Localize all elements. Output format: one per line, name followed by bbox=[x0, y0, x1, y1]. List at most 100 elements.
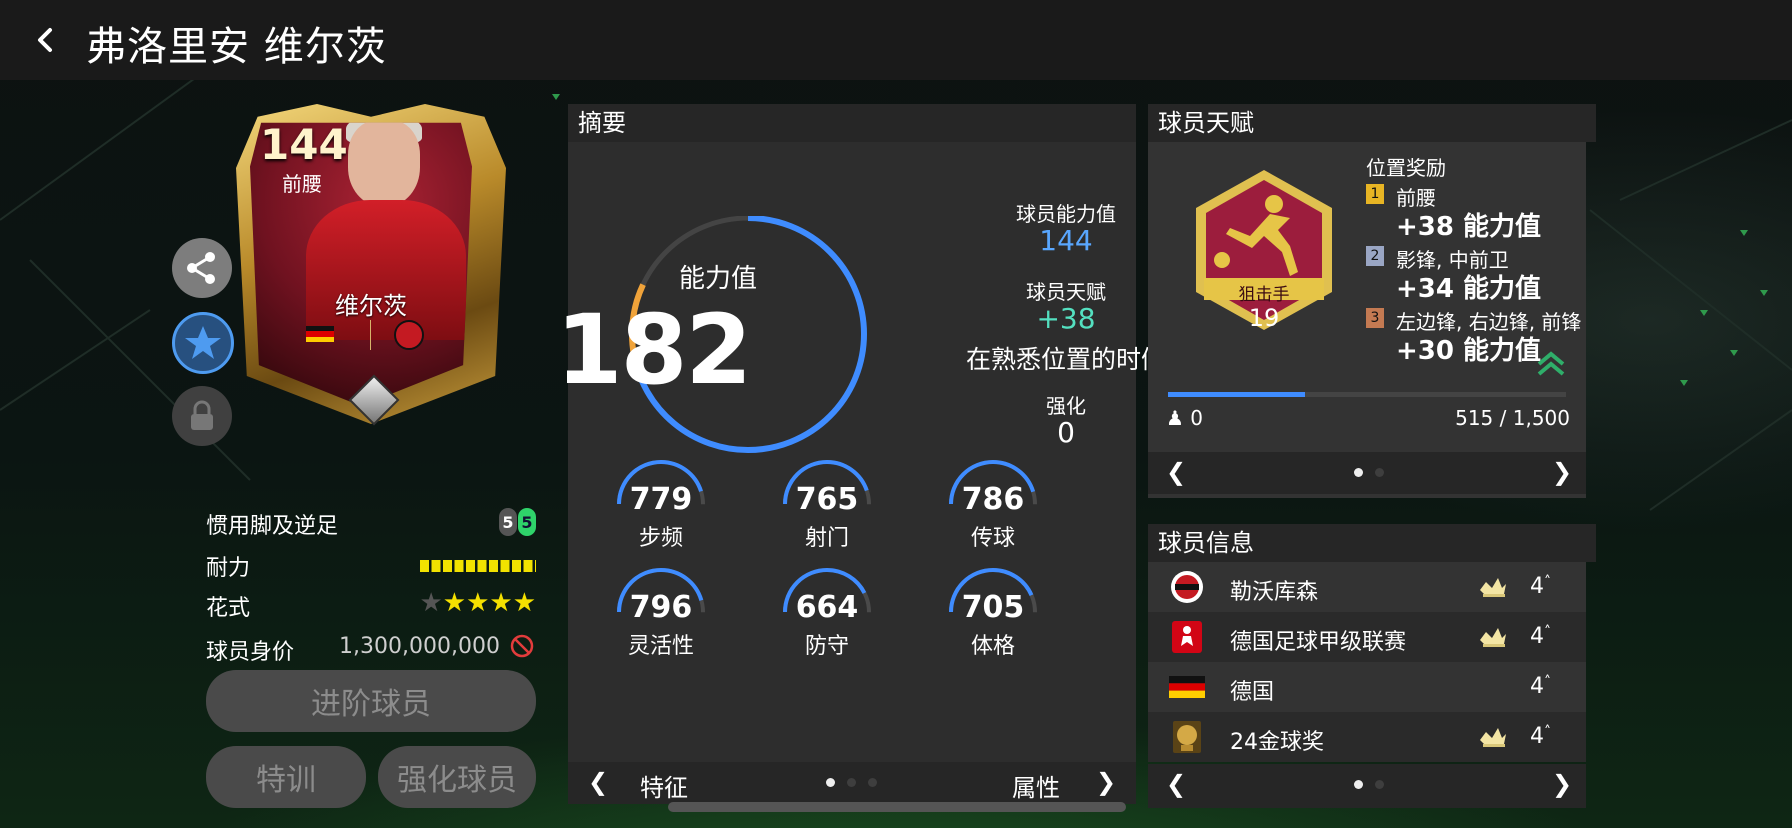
badge-level: 19 bbox=[1248, 304, 1280, 332]
badge-name: 狙击手 bbox=[1238, 285, 1290, 305]
attribute-value: 779 bbox=[629, 482, 693, 517]
attribute-name: 防守 bbox=[804, 634, 849, 659]
bonus-amount: +30 能力值 bbox=[1396, 336, 1542, 366]
info-pager: ❮ ❯ bbox=[1148, 764, 1586, 808]
bonus-rank: 3 bbox=[1366, 308, 1384, 328]
star-icon: ★ bbox=[512, 588, 536, 618]
foot-row: 惯用脚及逆足 5 5 bbox=[206, 508, 536, 539]
info-next-button[interactable]: ❯ bbox=[1552, 770, 1572, 798]
lock-button[interactable] bbox=[172, 386, 232, 446]
bonus-rank: 1 bbox=[1366, 184, 1384, 204]
attribute-value: 796 bbox=[629, 590, 693, 625]
info-row[interactable]: 德国 4˄ bbox=[1148, 662, 1586, 712]
card-rating: 144 bbox=[260, 120, 348, 169]
golden-ball-icon bbox=[1168, 720, 1206, 754]
attribute-value: 786 bbox=[961, 482, 1025, 517]
talent-xp-left: ♟ 0 bbox=[1166, 406, 1203, 430]
share-button[interactable] bbox=[172, 238, 232, 298]
attribute-gauge: 705 体格 bbox=[938, 560, 1048, 670]
double-chevron-up-icon[interactable] bbox=[1536, 350, 1566, 376]
stamina-bar bbox=[420, 560, 536, 572]
talent-next-button[interactable]: ❯ bbox=[1552, 458, 1572, 486]
leverkusen-icon bbox=[1168, 570, 1206, 604]
info-row-level-value: 4 bbox=[1530, 674, 1544, 699]
info-row[interactable]: 德国足球甲级联赛 4˄ bbox=[1148, 612, 1586, 662]
not-tradable-icon bbox=[510, 634, 534, 658]
star-icon: ★ bbox=[442, 588, 467, 618]
attribute-name: 体格 bbox=[970, 634, 1015, 659]
info-row-name: 勒沃库森 bbox=[1230, 580, 1319, 605]
horizontal-scrollbar[interactable] bbox=[668, 802, 1126, 812]
train-button[interactable]: 特训 bbox=[206, 746, 366, 808]
info-row-level-value: 4 bbox=[1530, 574, 1544, 599]
germany-flag-icon bbox=[306, 326, 334, 342]
summary-prev-label[interactable]: 特征 bbox=[640, 768, 688, 803]
info-header: 球员信息 bbox=[1148, 524, 1596, 562]
stamina-label: 耐力 bbox=[206, 556, 251, 581]
chevron-up-icon: ˄ bbox=[1544, 674, 1551, 690]
attribute-name: 步频 bbox=[638, 526, 683, 551]
germany-flag-icon bbox=[1168, 670, 1206, 704]
person-icon: ♟ bbox=[1166, 406, 1184, 430]
summary-prev-button[interactable]: ❮ bbox=[588, 768, 608, 796]
share-icon bbox=[187, 252, 215, 284]
favorite-button[interactable] bbox=[172, 312, 234, 374]
page-dot[interactable] bbox=[826, 778, 835, 787]
info-row-level-value: 4 bbox=[1530, 724, 1544, 749]
price-row: 球员身价 1,300,000,000 bbox=[206, 634, 536, 665]
card-divider bbox=[370, 320, 371, 350]
talent-pager: ❮ ❯ bbox=[1148, 452, 1586, 494]
bundesliga-icon bbox=[1168, 620, 1206, 654]
upgrade-player-button[interactable]: 进阶球员 bbox=[206, 670, 536, 732]
attribute-value: 705 bbox=[961, 590, 1025, 625]
talent-prev-button[interactable]: ❮ bbox=[1166, 458, 1186, 486]
weak-foot-value: 5 bbox=[518, 508, 536, 536]
attribute-gauge: 664 防守 bbox=[772, 560, 882, 670]
page-dot[interactable] bbox=[1354, 468, 1363, 477]
bonus-amount: +34 能力值 bbox=[1396, 274, 1542, 304]
crown-icon bbox=[1480, 628, 1506, 647]
page-title: 弗洛里安 维尔茨 bbox=[86, 24, 387, 70]
ring-label: 能力值 bbox=[678, 264, 757, 294]
star-icon: ★ bbox=[466, 588, 490, 618]
price-value: 1,300,000,000 bbox=[339, 634, 500, 659]
star-icon: ★ bbox=[419, 588, 443, 618]
info-prev-button[interactable]: ❮ bbox=[1166, 770, 1186, 798]
summary-pager: ❮ 特征 属性 ❯ bbox=[568, 762, 1136, 804]
page-dot[interactable] bbox=[1354, 780, 1363, 789]
info-row-level: 4˄ bbox=[1530, 574, 1551, 599]
attribute-name: 射门 bbox=[804, 526, 849, 551]
attribute-gauge: 765 射门 bbox=[772, 452, 882, 562]
price-label: 球员身价 bbox=[206, 640, 295, 665]
page-dot[interactable] bbox=[1375, 780, 1384, 789]
info-row[interactable]: 勒沃库森 4˄ bbox=[1148, 562, 1586, 612]
bonus-rank: 2 bbox=[1366, 246, 1384, 266]
attribute-name: 传球 bbox=[970, 526, 1015, 551]
talent-panel: 狙击手 19 位置奖励 1 前腰 +38 能力值 2 影锋, 中前卫 +34 能力值 3 左边… bbox=[1148, 142, 1586, 498]
info-row-name: 德国足球甲级联赛 bbox=[1230, 630, 1407, 655]
talent-xp-bar bbox=[1168, 392, 1566, 397]
foot-label: 惯用脚及逆足 bbox=[206, 514, 339, 539]
attribute-gauge: 796 灵活性 bbox=[606, 560, 716, 670]
summary-next-button[interactable]: ❯ bbox=[1096, 768, 1116, 796]
foot-values: 5 5 bbox=[499, 508, 536, 536]
page-dot[interactable] bbox=[868, 778, 877, 787]
info-row[interactable]: 24金球奖 4˄ bbox=[1148, 712, 1586, 762]
summary-next-label[interactable]: 属性 bbox=[1012, 768, 1060, 803]
summary-panel: 能力值 182 球员能力值 144 球员天赋 +38 在熟悉位置的时候 强化 0… bbox=[556, 142, 1166, 762]
chevron-up-icon: ˄ bbox=[1544, 724, 1551, 740]
card-position: 前腰 bbox=[282, 172, 322, 196]
enhance-player-button[interactable]: 强化球员 bbox=[378, 746, 536, 808]
top-bar: 弗洛里安 维尔茨 bbox=[0, 0, 1792, 80]
star-icon: ★ bbox=[489, 588, 513, 618]
talent-page-dots bbox=[1354, 468, 1384, 477]
page-dot[interactable] bbox=[1375, 468, 1384, 477]
lock-icon bbox=[191, 400, 213, 430]
stamina-row: 耐力 bbox=[206, 550, 536, 581]
info-page-dots bbox=[1354, 780, 1384, 789]
page-dot[interactable] bbox=[847, 778, 856, 787]
chevron-up-icon: ˄ bbox=[1544, 574, 1551, 590]
back-button[interactable] bbox=[26, 18, 66, 62]
attribute-gauge: 786 传球 bbox=[938, 452, 1048, 562]
info-row-name: 24金球奖 bbox=[1230, 730, 1324, 755]
